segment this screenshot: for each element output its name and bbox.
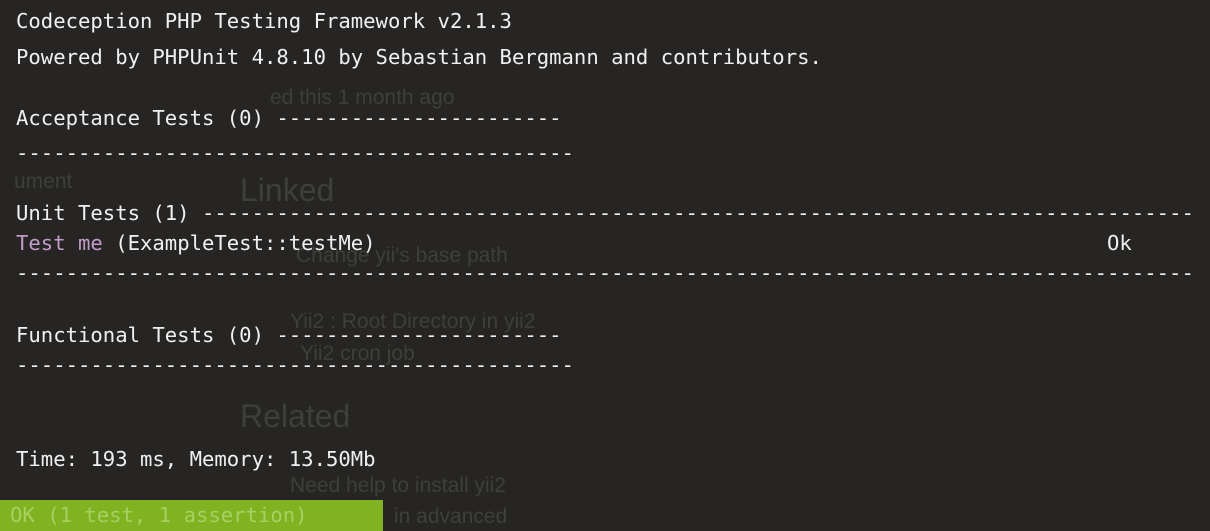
time-memory-line: Time: 193 ms, Memory: 13.50Mb	[16, 447, 376, 471]
acceptance-title-rule: -----------------------	[276, 106, 562, 130]
framework-version-line: Codeception PHP Testing Framework v2.1.3	[16, 9, 512, 33]
functional-suite-title: Functional Tests (0)	[16, 323, 277, 347]
ghost-text: ument	[14, 170, 73, 193]
ghost-text: Need help to install yii2	[290, 474, 506, 497]
functional-separator: ----------------------------------------…	[16, 353, 574, 377]
unit-suite-header: Unit Tests (1) -------------------------…	[16, 198, 1196, 228]
phpunit-version-line: Powered by PHPUnit 4.8.10 by Sebastian B…	[16, 45, 822, 69]
unit-suite-title: Unit Tests (1)	[16, 201, 202, 225]
test-name: Test me	[16, 231, 103, 255]
acceptance-separator: ----------------------------------------…	[16, 141, 574, 165]
acceptance-suite-header: Acceptance Tests (0) -------------------…	[16, 103, 562, 133]
test-detail: (ExampleTest::testMe)	[102, 231, 376, 255]
result-summary: OK (1 test, 1 assertion)	[10, 503, 308, 527]
test-status: Ok	[1107, 231, 1132, 255]
terminal-window[interactable]: ed this 1 month ago ument Linked Change …	[0, 0, 1210, 531]
acceptance-suite-title: Acceptance Tests (0)	[16, 106, 277, 130]
unit-separator: ----------------------------------------…	[16, 261, 1196, 285]
ghost-heading: Related	[240, 398, 351, 434]
unit-test-row: Test me (ExampleTest::testMe)	[16, 228, 376, 258]
unit-title-rule: ----------------------------------------…	[201, 201, 1196, 225]
ghost-text: in advanced	[394, 505, 508, 528]
functional-title-rule: -----------------------	[276, 323, 562, 347]
functional-suite-header: Functional Tests (0) -------------------…	[16, 320, 562, 350]
